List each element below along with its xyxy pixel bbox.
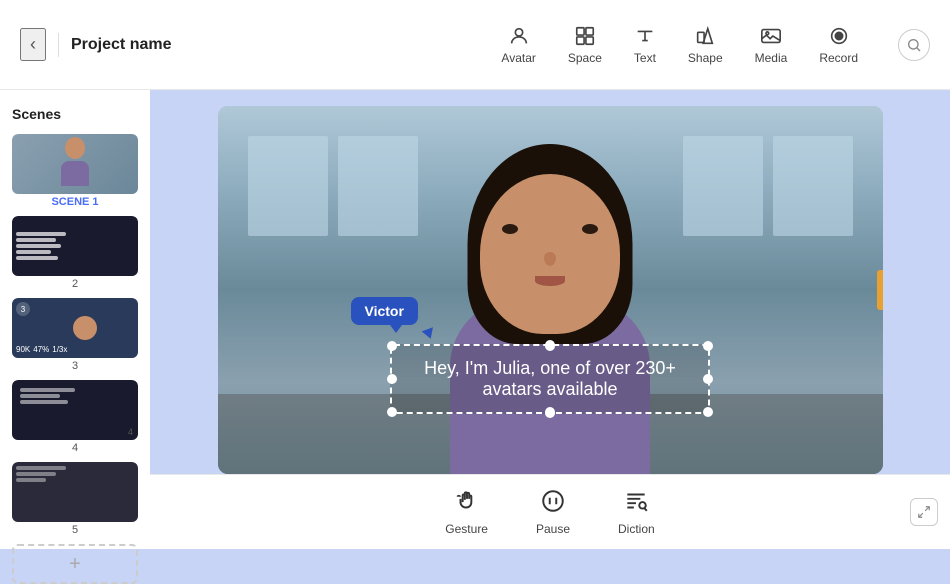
handle-rm[interactable]: [703, 374, 713, 384]
scene-4-content: [16, 384, 79, 408]
scene-2-thumb: [12, 216, 138, 276]
divider: [58, 33, 59, 57]
handle-tl[interactable]: [387, 341, 397, 351]
record-label: Record: [819, 51, 858, 65]
subtitle-text: Hey, I'm Julia, one of over 230+ avatars…: [424, 358, 676, 399]
shape-label: Shape: [688, 51, 723, 65]
canvas-container[interactable]: Victor Hey, I'm Julia, one of over 230+ …: [218, 106, 883, 474]
scene-3-label: 3: [12, 360, 138, 372]
top-bar: ‹ Project name Avatar Space: [0, 0, 950, 90]
scene-item-1[interactable]: SCENE 1: [12, 134, 138, 208]
search-button[interactable]: [898, 29, 930, 61]
add-scene-icon: +: [69, 553, 81, 576]
toolbar-item-avatar[interactable]: Avatar: [501, 25, 535, 65]
avatar-label: Avatar: [501, 51, 535, 65]
avatar-icon: [508, 25, 530, 47]
media-label: Media: [755, 51, 788, 65]
diction-icon: [623, 488, 649, 518]
gesture-label: Gesture: [445, 522, 488, 536]
scene-2-label: 2: [12, 278, 138, 290]
back-button[interactable]: ‹: [20, 28, 46, 61]
expand-button[interactable]: [910, 498, 938, 526]
scenes-sidebar: Scenes SCENE 1 2 3: [0, 90, 150, 549]
toolbar-item-shape[interactable]: Shape: [688, 25, 723, 65]
expand-icon: [917, 505, 931, 519]
pause-icon: [540, 488, 566, 518]
avatar-face: [480, 174, 620, 334]
scene-1-label: SCENE 1: [12, 196, 138, 208]
record-icon: [828, 25, 850, 47]
scene-2-text-lines: [16, 232, 66, 260]
handle-br[interactable]: [703, 407, 713, 417]
text-label: Text: [634, 51, 656, 65]
scene-5-thumb: [12, 462, 138, 522]
add-scene-button[interactable]: +: [12, 544, 138, 584]
shape-icon: [694, 25, 716, 47]
handle-lm[interactable]: [387, 374, 397, 384]
s1-body: [61, 161, 89, 186]
subtitle-overlay[interactable]: Hey, I'm Julia, one of over 230+ avatars…: [390, 344, 710, 414]
scene-1-avatar: [58, 137, 93, 192]
scenes-title: Scenes: [12, 106, 138, 122]
scene-item-3[interactable]: 3 90K 47% 1/3x 3: [12, 298, 138, 372]
bottom-tool-diction[interactable]: Diction: [618, 488, 655, 536]
space-label: Space: [568, 51, 602, 65]
scene-item-4[interactable]: 4 4: [12, 380, 138, 454]
s2-line-4: [16, 250, 51, 254]
project-name: Project name: [71, 36, 171, 54]
toolbar-item-media[interactable]: Media: [755, 25, 788, 65]
diction-label: Diction: [618, 522, 655, 536]
scene-1-thumb: [12, 134, 138, 194]
text-icon: [634, 25, 656, 47]
scene-item-2[interactable]: 2: [12, 216, 138, 290]
scene-4-label: 4: [12, 442, 138, 454]
scene-3-avatar: [73, 316, 97, 340]
scene-5-label: 5: [12, 524, 138, 536]
search-icon: [906, 37, 922, 53]
scene-item-5[interactable]: 5: [12, 462, 138, 536]
media-icon: [760, 25, 782, 47]
s2-line-3: [16, 244, 61, 248]
s2-line-5: [16, 256, 58, 260]
handle-tm[interactable]: [545, 341, 555, 351]
scene-3-thumb: 3 90K 47% 1/3x: [12, 298, 138, 358]
toolbar-item-space[interactable]: Space: [568, 25, 602, 65]
s2-line-1: [16, 232, 66, 236]
avatar-tooltip: Victor: [351, 297, 418, 325]
canvas-accent-bar: [877, 270, 883, 310]
pause-label: Pause: [536, 522, 570, 536]
space-icon: [574, 25, 596, 47]
toolbar: Avatar Space Text Shape: [501, 25, 858, 65]
toolbar-item-record[interactable]: Record: [819, 25, 858, 65]
scene-4-thumb: 4: [12, 380, 138, 440]
handle-tr[interactable]: [703, 341, 713, 351]
handle-bm[interactable]: [545, 407, 555, 417]
scene-3-circle: 3: [16, 302, 30, 316]
bottom-toolbar: Gesture Pause Diction: [150, 474, 950, 549]
scene-3-indicators: 90K 47% 1/3x: [16, 345, 67, 354]
toolbar-item-text[interactable]: Text: [634, 25, 656, 65]
s1-head: [65, 137, 85, 159]
avatar-figure: [410, 134, 690, 474]
bottom-tool-gesture[interactable]: Gesture: [445, 488, 488, 536]
gesture-icon: [454, 488, 480, 518]
handle-bl[interactable]: [387, 407, 397, 417]
bottom-tool-pause[interactable]: Pause: [536, 488, 570, 536]
s2-line-2: [16, 238, 56, 242]
